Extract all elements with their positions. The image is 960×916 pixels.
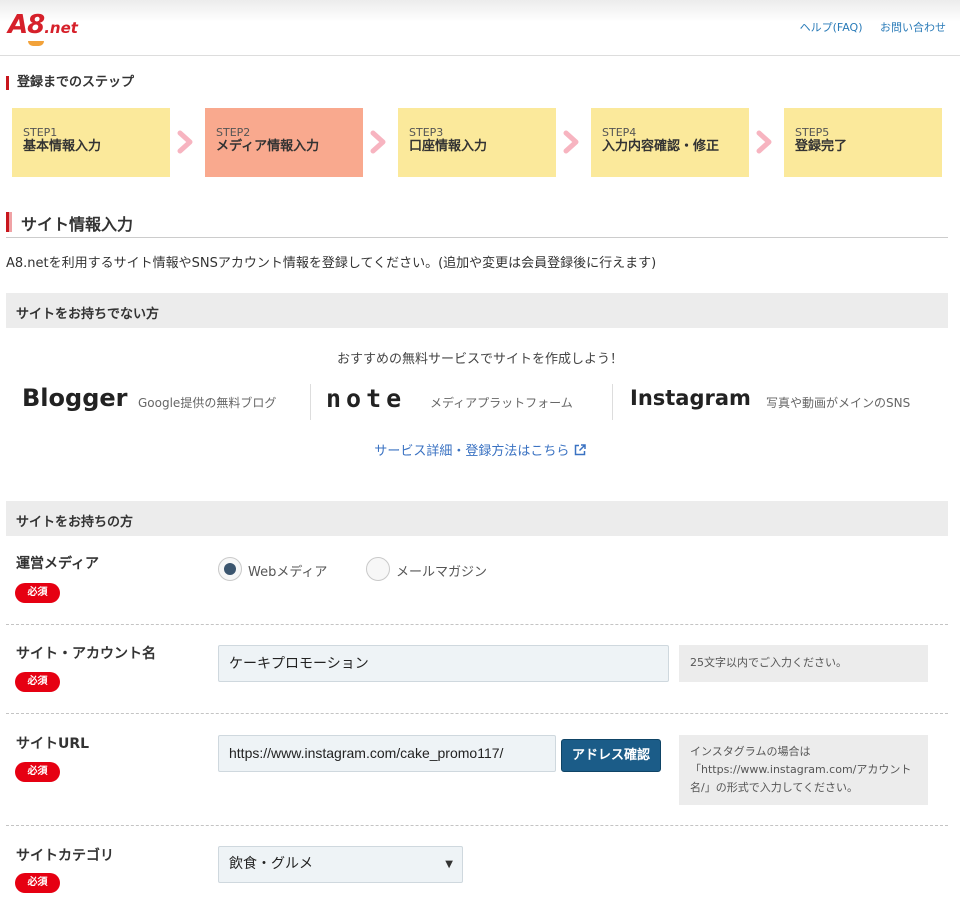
step-name: 基本情報入力 [23, 139, 102, 154]
page-title: サイト情報入力 [21, 215, 134, 234]
external-link-icon [574, 444, 586, 456]
contact-link[interactable]: お問い合わせ [880, 21, 946, 34]
logo-suffix-text: .net [44, 19, 78, 37]
radio-selected-icon [218, 557, 242, 581]
header-links: ヘルプ(FAQ) お問い合わせ [786, 19, 946, 35]
service-desc: メディアプラットフォーム [430, 396, 573, 410]
required-badge: 必須 [15, 583, 60, 603]
service-divider [612, 384, 613, 420]
blogger-logo: Blogger [22, 384, 128, 412]
required-badge: 必須 [15, 672, 60, 692]
step-number: STEP1 [23, 126, 58, 139]
radio-unselected-icon [366, 557, 390, 581]
step-number: STEP4 [602, 126, 637, 139]
steps-section-label: 登録までのステップ [6, 76, 134, 90]
has-site-heading: サイトをお持ちの方 [6, 501, 948, 536]
step-name: 口座情報入力 [409, 139, 488, 154]
step-arrow-icon [756, 130, 772, 154]
dropdown-caret-icon: ▼ [445, 859, 453, 870]
step-name: 登録完了 [795, 139, 848, 154]
title-accent-bar [6, 212, 12, 232]
note-logo: note [326, 384, 407, 413]
logo-main-text: A8 [8, 10, 45, 40]
account-name-label: サイト・アカウント名 [16, 646, 156, 662]
recommend-text: おすすめの無料サービスでサイトを作成しよう！ [336, 352, 623, 367]
logo-smile-icon [28, 41, 44, 46]
step-1: STEP1 基本情報入力 [12, 108, 170, 177]
step-2: STEP2 メディア情報入力 [205, 108, 363, 177]
service-desc: 写真や動画がメインのSNS [766, 396, 911, 410]
site-category-select[interactable]: 飲食・グルメ ▼ [218, 846, 463, 883]
radio-label: メールマガジン [396, 565, 488, 580]
account-name-input[interactable]: ケーキプロモーション [218, 645, 669, 682]
row-divider [6, 713, 948, 714]
no-site-heading: サイトをお持ちでない方 [6, 293, 948, 328]
step-5: STEP5 登録完了 [784, 108, 942, 177]
required-badge: 必須 [15, 873, 60, 893]
radio-label: Webメディア [248, 565, 328, 580]
page-title-block: サイト情報入力 [6, 208, 948, 238]
select-value: 飲食・グルメ [229, 856, 313, 872]
service-instagram[interactable]: Instagram 写真や動画がメインのSNS [630, 384, 940, 418]
service-blogger[interactable]: Blogger Google提供の無料ブログ [22, 384, 302, 418]
step-name: 入力内容確認・修正 [602, 139, 720, 154]
step-number: STEP5 [795, 126, 830, 139]
site-category-label: サイトカテゴリ [16, 848, 114, 864]
instagram-logo: Instagram [630, 386, 751, 410]
site-url-hint: インスタグラムの場合は「https://www.instagram.com/アカ… [679, 735, 928, 805]
media-type-label: 運営メディア [16, 556, 100, 572]
step-name: メディア情報入力 [216, 139, 320, 154]
site-url-label: サイトURL [16, 736, 90, 752]
account-name-hint: 25文字以内でご入力ください。 [679, 645, 928, 682]
service-divider [310, 384, 311, 420]
radio-web-media[interactable]: Webメディア [218, 557, 348, 581]
row-divider [6, 624, 948, 625]
row-divider [6, 825, 948, 826]
step-number: STEP2 [216, 126, 251, 139]
step-3: STEP3 口座情報入力 [398, 108, 556, 177]
step-arrow-icon [177, 130, 193, 154]
help-faq-link[interactable]: ヘルプ(FAQ) [800, 21, 863, 34]
address-check-button[interactable]: アドレス確認 [561, 739, 661, 772]
site-url-input[interactable]: https://www.instagram.com/cake_promo117/ [218, 735, 556, 772]
service-details-link[interactable]: サービス詳細・登録方法はこちら [0, 440, 960, 459]
radio-mail-magazine[interactable]: メールマガジン [366, 557, 506, 581]
service-details-link-text: サービス詳細・登録方法はこちら [374, 444, 570, 459]
step-arrow-icon [563, 130, 579, 154]
intro-text: A8.netを利用するサイト情報やSNSアカウント情報を登録してください。(追加… [6, 256, 657, 271]
service-desc: Google提供の無料ブログ [138, 396, 277, 410]
service-note[interactable]: note メディアプラットフォーム [326, 384, 606, 418]
registration-steps: STEP1 基本情報入力 STEP2 メディア情報入力 STEP3 口座情報入力… [12, 108, 942, 177]
required-badge: 必須 [15, 762, 60, 782]
a8net-logo[interactable]: A8.net [8, 10, 78, 46]
step-number: STEP3 [409, 126, 444, 139]
step-arrow-icon [370, 130, 386, 154]
step-4: STEP4 入力内容確認・修正 [591, 108, 749, 177]
site-header: A8.net ヘルプ(FAQ) お問い合わせ [0, 0, 960, 56]
